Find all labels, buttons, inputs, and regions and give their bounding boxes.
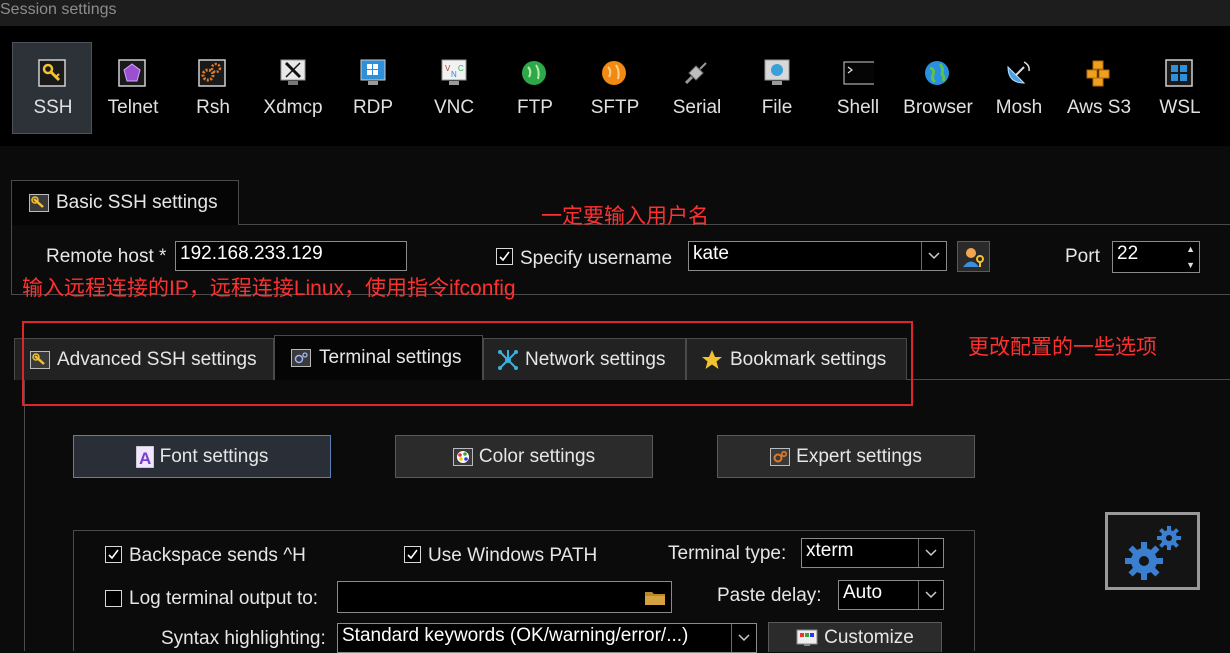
session-type-file[interactable]: File (736, 42, 816, 134)
port-label: Port (1065, 246, 1100, 267)
paste-delay-value: Auto (843, 582, 883, 603)
specify-username-checkbox[interactable] (496, 248, 513, 265)
file-monitor-icon (764, 59, 790, 85)
satellite-plug-icon (684, 62, 707, 85)
session-type-browser[interactable]: Browser (897, 42, 977, 134)
satellite-dish-icon (1007, 61, 1030, 84)
tab-basic-ssh-settings[interactable]: Basic SSH settings (11, 180, 239, 225)
svg-text:A: A (139, 449, 151, 468)
annotation-username: 一定要输入用户名 (541, 205, 709, 228)
terminal-type-select[interactable]: xterm (801, 538, 944, 568)
title-bar: Session settings (0, 0, 1230, 26)
gears-icon (198, 59, 226, 87)
session-type-serial[interactable]: Serial (656, 42, 736, 134)
spin-down-icon[interactable]: ▼ (1186, 260, 1195, 270)
log-output-label: Log terminal output to: (129, 588, 319, 609)
x-monitor-icon (280, 59, 306, 85)
username-combo[interactable]: kate (688, 241, 947, 271)
log-output-path-input[interactable] (337, 581, 672, 613)
chevron-down-icon[interactable] (918, 539, 943, 567)
syntax-highlighting-value: Standard keywords (OK/warning/error/...) (342, 625, 689, 646)
port-spinbox[interactable]: 22 ▲ ▼ (1112, 241, 1200, 273)
user-key-icon (962, 247, 984, 267)
button-label: Color settings (478, 445, 596, 467)
folder-icon[interactable] (644, 588, 666, 606)
session-type-sftp[interactable]: SFTP (574, 42, 654, 134)
session-type-vnc[interactable]: V N C VNC (413, 42, 493, 134)
gears-icon (770, 447, 791, 466)
syntax-highlighting-label: Syntax highlighting: (161, 628, 326, 649)
session-type-telnet[interactable]: Telnet (92, 42, 172, 134)
session-type-ftp[interactable]: FTP (494, 42, 574, 134)
wrench-icon (29, 194, 49, 212)
annotation-tabs: 更改配置的一些选项 (968, 336, 1157, 359)
remote-host-input[interactable]: 192.168.233.129 (175, 241, 407, 271)
windows-logo-icon (1165, 59, 1193, 87)
session-type-toolbar: SSH Telnet Rsh Xdmcp RDP V N C VNC FTP S… (0, 26, 1230, 146)
syntax-highlighting-select[interactable]: Standard keywords (OK/warning/error/...) (337, 623, 757, 653)
port-value: 22 (1117, 243, 1139, 264)
tab-label: Basic SSH settings (56, 192, 218, 213)
annotation-highlight-frame (22, 321, 913, 406)
session-type-label: WSL (1159, 97, 1201, 118)
expert-settings-button[interactable]: Expert settings (717, 435, 975, 478)
settings-gears-icon (1105, 512, 1200, 590)
browser-globe-icon (925, 61, 949, 85)
key-icon (38, 59, 66, 87)
palette-monitor-icon (796, 629, 818, 646)
session-type-mosh[interactable]: Mosh (978, 42, 1058, 134)
font-letter-icon: A (135, 445, 154, 468)
windows-monitor-icon (360, 59, 386, 85)
chevron-down-icon[interactable] (921, 242, 946, 270)
spin-up-icon[interactable]: ▲ (1186, 244, 1195, 254)
windows-path-checkbox[interactable] (404, 546, 421, 563)
backspace-checkbox[interactable] (105, 546, 122, 563)
color-settings-button[interactable]: Color settings (395, 435, 653, 478)
font-settings-button[interactable]: A Font settings (73, 435, 331, 478)
session-type-wsl[interactable]: WSL (1139, 42, 1219, 134)
vnc-monitor-icon: V N C (441, 59, 467, 85)
chevron-down-icon[interactable] (918, 581, 943, 609)
button-label: Customize (824, 626, 914, 648)
window-title: Session settings (0, 1, 117, 18)
terminal-type-label: Terminal type: (668, 543, 787, 564)
button-label: Expert settings (796, 445, 922, 467)
windows-path-label: Use Windows PATH (428, 545, 598, 566)
remote-host-label: Remote host * (46, 246, 167, 267)
svg-text:N: N (451, 70, 457, 79)
button-label: Font settings (159, 445, 269, 467)
color-palette-icon (452, 447, 473, 466)
chevron-down-icon[interactable] (731, 624, 756, 652)
username-value: kate (693, 243, 729, 264)
svg-text:C: C (458, 64, 464, 73)
session-type-xdmcp[interactable]: Xdmcp (252, 42, 332, 134)
user-manager-button[interactable] (957, 241, 990, 272)
session-type-aws-s3[interactable]: Aws S3 (1058, 42, 1138, 134)
specify-username-label: Specify username (520, 248, 673, 269)
green-globe-icon (522, 61, 546, 85)
purple-gem-icon (118, 59, 146, 87)
orange-globe-icon (602, 61, 626, 85)
terminal-type-value: xterm (806, 540, 854, 561)
customize-button[interactable]: Customize (768, 622, 942, 652)
paste-delay-select[interactable]: Auto (838, 580, 944, 610)
session-type-rsh[interactable]: Rsh (172, 42, 252, 134)
backspace-label: Backspace sends ^H (129, 545, 306, 566)
session-type-shell[interactable]: Shell (817, 42, 897, 134)
session-type-ssh[interactable]: SSH (12, 42, 92, 134)
session-type-rdp[interactable]: RDP (332, 42, 412, 134)
aws-cubes-icon (1086, 60, 1110, 87)
log-output-checkbox[interactable] (105, 590, 122, 607)
annotation-remote-ip: 输入远程连接的IP，远程连接Linux，使用指令ifconfig (22, 277, 516, 300)
shell-prompt-icon (843, 61, 874, 85)
paste-delay-label: Paste delay: (717, 585, 822, 606)
